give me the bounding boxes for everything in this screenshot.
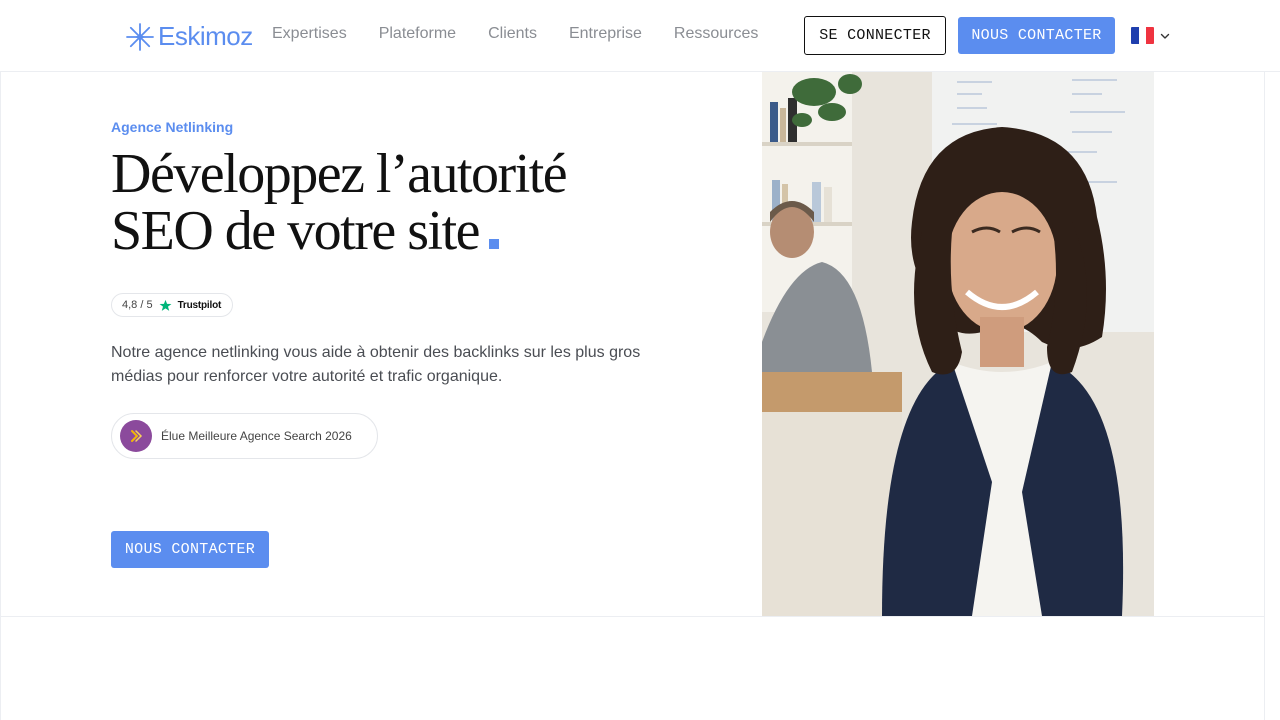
headline-line-1: Développez l’autorité [111,143,568,205]
trustpilot-star-icon [159,299,172,311]
headline-line-2: SEO de votre site [111,200,480,262]
award-text: Élue Meilleure Agence Search 2026 [161,429,352,443]
nav-item-clients[interactable]: Clients [488,25,537,43]
language-selector[interactable] [1131,27,1170,44]
office-woman-image [762,72,1154,616]
france-flag-icon [1131,27,1154,44]
chevron-down-icon [1160,33,1170,39]
hero-description: Notre agence netlinking vous aide à obte… [111,344,641,385]
accent-dot [488,239,499,249]
main-nav: Expertises Plateforme Clients Entreprise… [272,25,790,43]
snowflake-icon [126,22,154,51]
logo-text: Eskimoz [158,21,253,51]
contact-button-header[interactable]: NOUS CONTACTER [958,17,1115,54]
trustpilot-brand: Trustpilot [177,299,222,311]
hero-photo [762,72,1154,616]
hero-headline: Développez l’autorité SEO de votre site [111,146,731,260]
nav-item-ressources[interactable]: Ressources [674,25,758,43]
contact-button-hero[interactable]: NOUS CONTACTER [111,531,269,568]
login-button[interactable]: SE CONNECTER [804,16,946,55]
award-badge: Élue Meilleure Agence Search 2026 [111,413,378,459]
next-section [0,617,1265,720]
nav-item-expertises[interactable]: Expertises [272,25,347,43]
nav-item-entreprise[interactable]: Entreprise [569,25,642,43]
hero-eyebrow: Agence Netlinking [111,119,234,135]
trustpilot-badge[interactable]: 4,8 / 5 Trustpilot [111,293,233,317]
logo-link[interactable]: Eskimoz [125,21,253,52]
site-header: Eskimoz Expertises Plateforme Clients En… [0,0,1280,72]
award-chevron-icon [120,420,152,452]
nav-item-plateforme[interactable]: Plateforme [379,25,456,43]
trustpilot-rating: 4,8 / 5 [122,299,153,311]
